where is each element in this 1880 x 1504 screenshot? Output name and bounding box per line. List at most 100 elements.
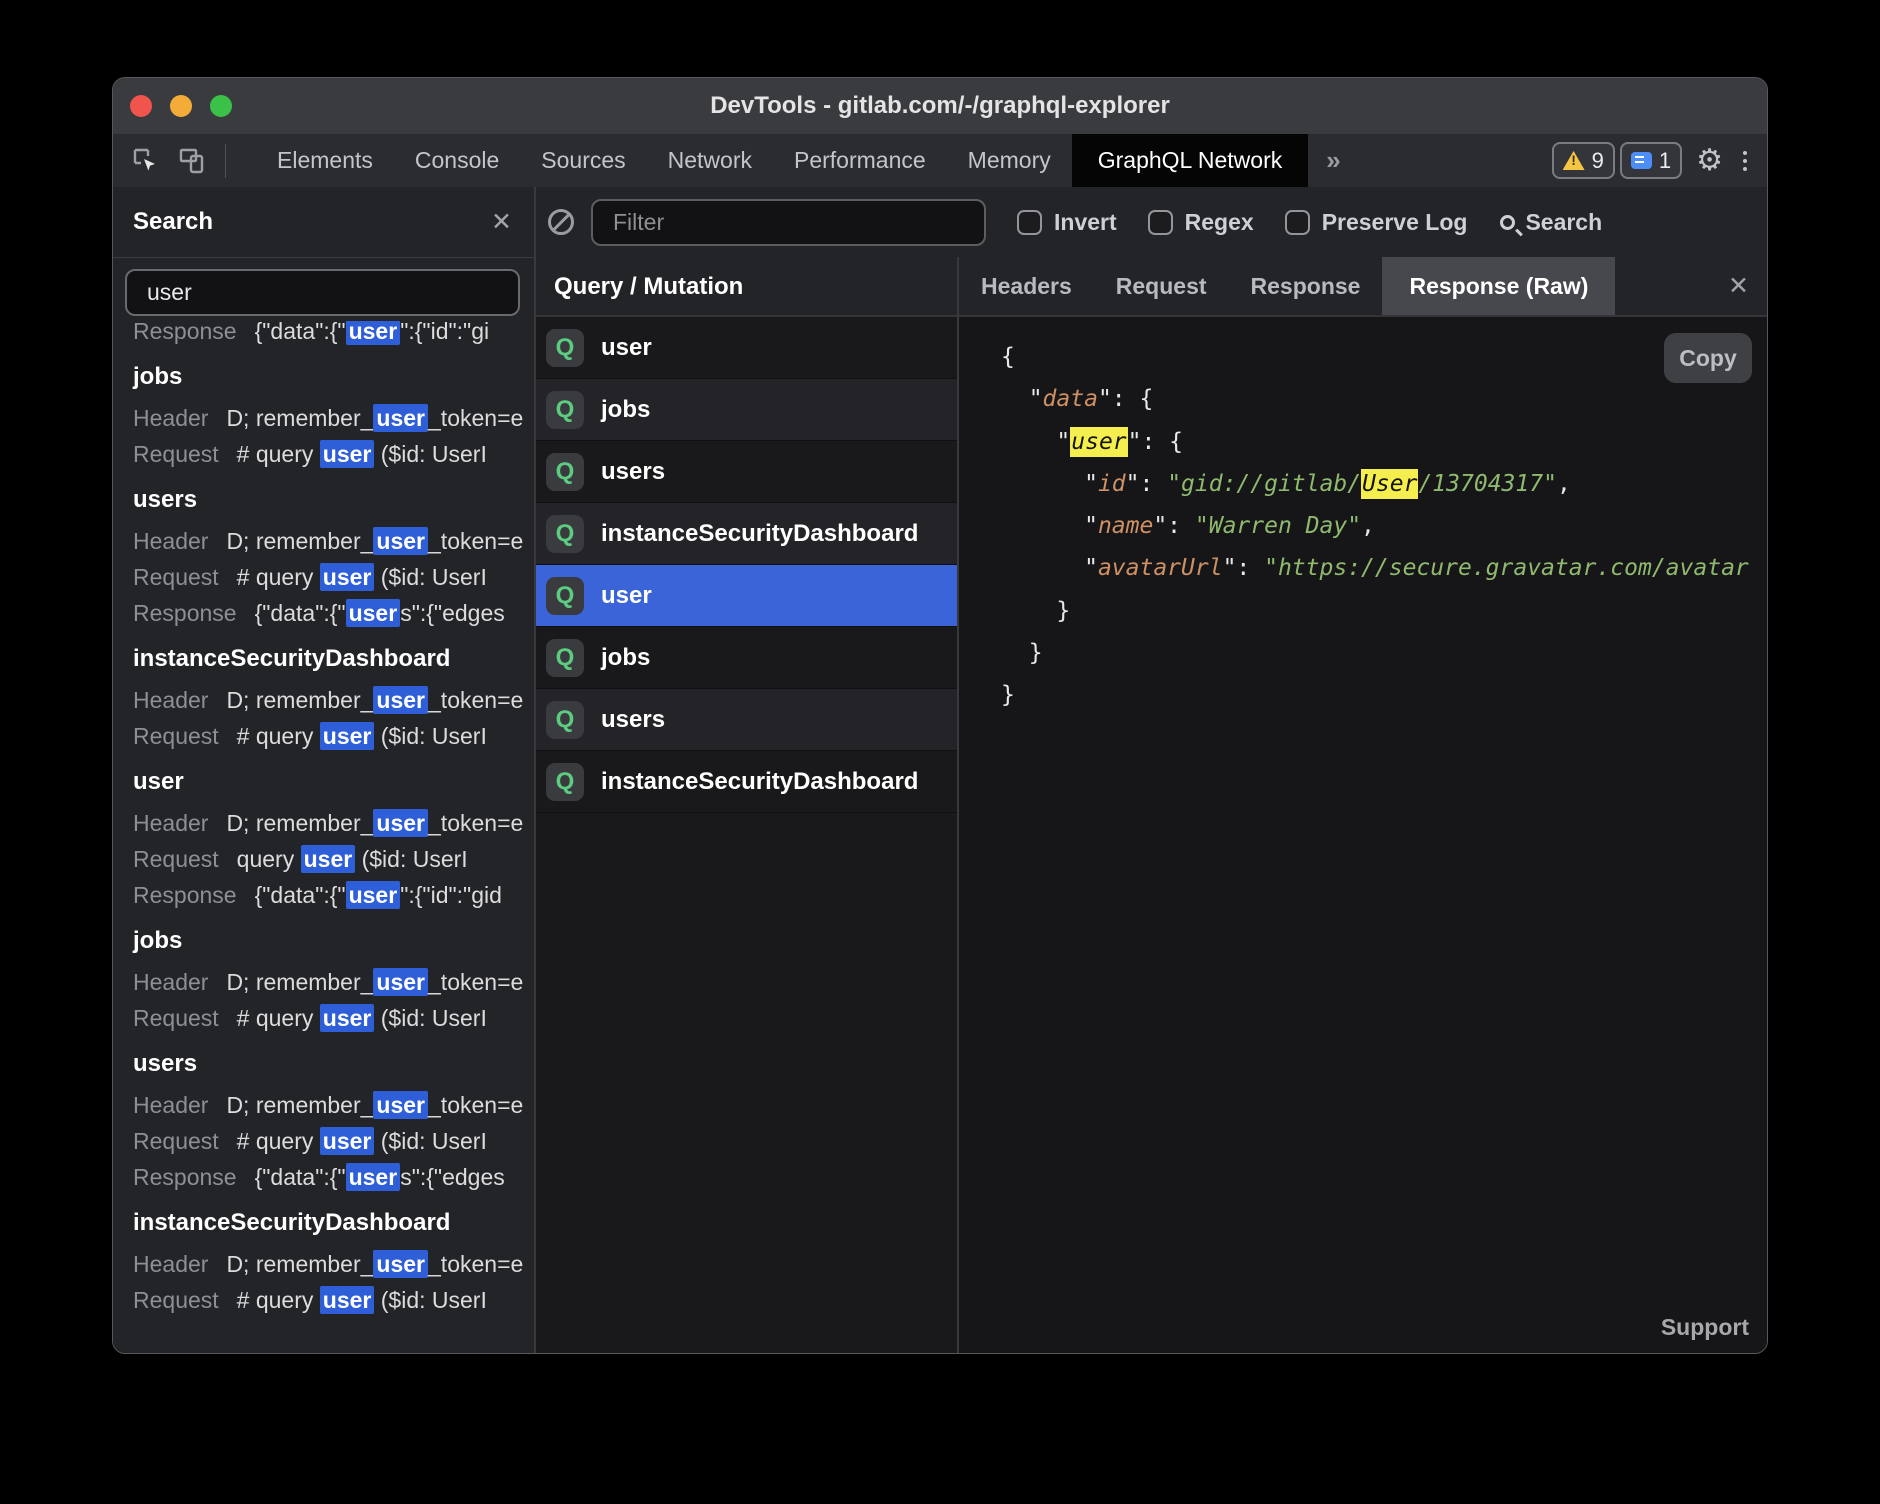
query-type-icon: Q — [546, 329, 584, 367]
search-result-line[interactable]: HeaderD; remember_user_token=e — [133, 1087, 534, 1123]
json-key: data — [1043, 386, 1098, 412]
search-match-highlight: user — [373, 527, 428, 555]
query-name: instanceSecurityDashboard — [601, 768, 918, 796]
result-text: ":{"id":"gi — [400, 321, 489, 344]
search-match-highlight-yellow: user — [1070, 427, 1127, 457]
filter-option-preserve-log[interactable]: Preserve Log — [1285, 209, 1468, 236]
search-result-line[interactable]: Request# query user ($id: UserI — [133, 1282, 534, 1318]
search-result-line[interactable]: Response{"data":{"user":{"id":"gid — [133, 877, 534, 913]
search-result-section-instancesecuritydashboard[interactable]: instanceSecurityDashboard — [133, 641, 534, 677]
search-input[interactable] — [125, 269, 520, 316]
result-field-label: Header — [133, 405, 208, 431]
search-result-section-users[interactable]: users — [133, 482, 534, 518]
inspect-element-icon[interactable] — [131, 146, 161, 176]
search-result-section-jobs[interactable]: jobs — [133, 359, 534, 395]
search-result-line[interactable]: HeaderD; remember_user_token=e — [133, 682, 534, 718]
query-list-item-jobs[interactable]: Qjobs — [536, 627, 957, 689]
desktop-background: DevTools - gitlab.com/-/graphql-explorer — [0, 0, 1880, 1504]
devtools-tab-bar: ElementsConsoleSourcesNetworkPerformance… — [113, 134, 1767, 187]
search-result-line[interactable]: HeaderD; remember_user_token=e — [133, 805, 534, 841]
close-window-button[interactable] — [130, 95, 152, 117]
query-list-item-jobs[interactable]: Qjobs — [536, 379, 957, 441]
json-punctuation: , — [1361, 513, 1375, 539]
search-result-line[interactable]: HeaderD; remember_user_token=e — [133, 964, 534, 1000]
devtools-tab-memory[interactable]: Memory — [947, 134, 1072, 187]
search-match-highlight: user — [346, 599, 401, 627]
json-line: "name": "Warren Day", — [1001, 505, 1767, 547]
devtools-tab-network[interactable]: Network — [647, 134, 773, 187]
devtools-tab-performance[interactable]: Performance — [773, 134, 947, 187]
json-punctuation: , — [1557, 471, 1571, 497]
middle-panel-divider[interactable] — [957, 257, 959, 1353]
search-result-line[interactable]: HeaderD; remember_user_token=e — [133, 523, 534, 559]
regex-checkbox[interactable] — [1148, 210, 1173, 235]
devtools-tab-graphql-network[interactable]: GraphQL Network — [1072, 134, 1309, 187]
search-result-line[interactable]: Response{"data":{"users":{"edges — [133, 595, 534, 631]
search-result-section-user[interactable]: user — [133, 764, 534, 800]
search-result-section-instancesecuritydashboard[interactable]: instanceSecurityDashboard — [133, 1205, 534, 1241]
search-match-highlight: user — [346, 1163, 401, 1191]
query-list-item-user[interactable]: Quser — [536, 317, 957, 379]
settings-gear-icon[interactable]: ⚙ — [1696, 146, 1723, 176]
detail-tab-response-raw[interactable]: Response (Raw) — [1382, 257, 1615, 315]
toolbar-icons — [113, 144, 240, 178]
query-list-item-user[interactable]: Quser — [536, 565, 957, 627]
filter-option-regex[interactable]: Regex — [1148, 209, 1254, 236]
query-list-item-users[interactable]: Qusers — [536, 689, 957, 751]
clear-log-icon[interactable] — [548, 209, 574, 235]
device-toolbar-icon[interactable] — [177, 146, 207, 176]
zoom-window-button[interactable] — [210, 95, 232, 117]
close-search-panel-icon[interactable]: ✕ — [491, 207, 512, 237]
devtools-tab-elements[interactable]: Elements — [256, 134, 394, 187]
raw-json-viewer[interactable]: { "data": { "user": { "id": "gid://gitla… — [1001, 336, 1767, 717]
search-panel-title: Search — [133, 208, 213, 236]
search-result-section-jobs[interactable]: jobs — [133, 923, 534, 959]
search-result-line[interactable]: HeaderD; remember_user_token=e — [133, 1246, 534, 1282]
detail-tab-headers[interactable]: Headers — [959, 257, 1094, 315]
query-list-item-instancesecuritydashboard[interactable]: QinstanceSecurityDashboard — [536, 503, 957, 565]
search-result-line[interactable]: Request# query user ($id: UserI — [133, 718, 534, 754]
search-result-line[interactable]: Request# query user ($id: UserI — [133, 436, 534, 472]
preserve-log-checkbox[interactable] — [1285, 210, 1310, 235]
filter-option-invert[interactable]: Invert — [1017, 209, 1117, 236]
query-list-item-users[interactable]: Qusers — [536, 441, 957, 503]
filter-input[interactable] — [591, 199, 986, 246]
detail-tab-response[interactable]: Response — [1229, 257, 1383, 315]
json-punctuation: ": — [1153, 513, 1195, 539]
search-result-line[interactable]: Response{"data":{"user":{"id":"gi — [133, 321, 534, 349]
result-text: _token=e — [428, 810, 523, 836]
query-list-item-instancesecuritydashboard[interactable]: QinstanceSecurityDashboard — [536, 751, 957, 813]
json-line: "data": { — [1001, 378, 1767, 420]
warnings-badge[interactable]: 9 — [1552, 142, 1615, 179]
json-punctuation: ": — [1223, 555, 1265, 581]
search-result-line[interactable]: HeaderD; remember_user_token=e — [133, 400, 534, 436]
json-key: avatarUrl — [1098, 555, 1223, 581]
issues-badge[interactable]: 1 — [1620, 142, 1682, 179]
search-result-section-users[interactable]: users — [133, 1046, 534, 1082]
json-line: { — [1001, 336, 1767, 378]
json-string: /13704317" — [1418, 471, 1556, 497]
devtools-tab-sources[interactable]: Sources — [520, 134, 646, 187]
support-link[interactable]: Support — [1661, 1314, 1749, 1341]
search-results[interactable]: Response{"data":{"user":{"id":"gi jobs Hea… — [113, 321, 534, 1353]
result-field-label: Request — [133, 1005, 219, 1031]
left-panel-divider[interactable] — [534, 187, 536, 1353]
more-tabs-chevron-icon[interactable]: » — [1308, 145, 1358, 176]
search-result-line[interactable]: Requestquery user ($id: UserI — [133, 841, 534, 877]
close-detail-icon[interactable]: ✕ — [1728, 271, 1749, 301]
devtools-tab-console[interactable]: Console — [394, 134, 520, 187]
toolbar-search[interactable]: Search — [1500, 209, 1602, 236]
minimize-window-button[interactable] — [170, 95, 192, 117]
query-type-icon: Q — [546, 763, 584, 801]
query-type-icon: Q — [546, 701, 584, 739]
detail-tabs: HeadersRequestResponseResponse (Raw) ✕ — [959, 257, 1767, 315]
search-result-line[interactable]: Request# query user ($id: UserI — [133, 1123, 534, 1159]
search-result-line[interactable]: Response{"data":{"users":{"edges — [133, 1159, 534, 1195]
title-bar[interactable]: DevTools - gitlab.com/-/graphql-explorer — [113, 78, 1767, 134]
search-result-line[interactable]: Request# query user ($id: UserI — [133, 1000, 534, 1036]
warning-count: 9 — [1592, 148, 1604, 174]
search-result-line[interactable]: Request# query user ($id: UserI — [133, 559, 534, 595]
detail-tab-request[interactable]: Request — [1094, 257, 1229, 315]
invert-checkbox[interactable] — [1017, 210, 1042, 235]
more-options-icon[interactable] — [1737, 151, 1753, 171]
